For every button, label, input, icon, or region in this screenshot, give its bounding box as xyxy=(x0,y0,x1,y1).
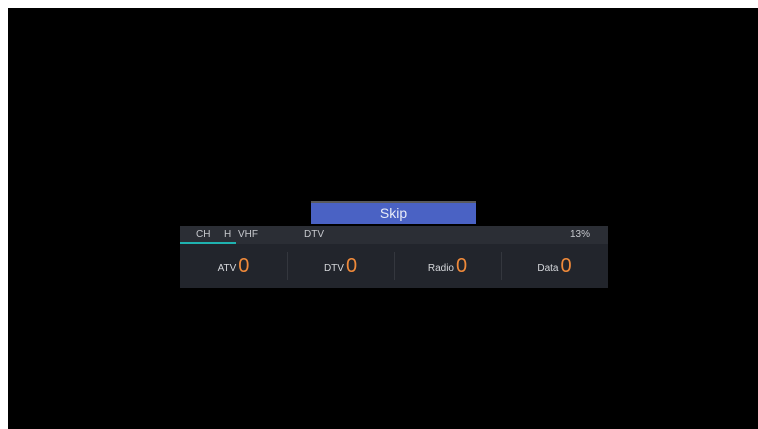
channel-label: CH xyxy=(196,229,211,240)
scan-counters: ATV 0 DTV 0 Radio 0 Data 0 xyxy=(180,244,608,288)
counter-label: Radio xyxy=(427,262,454,274)
counter-dtv: DTV 0 xyxy=(287,244,394,288)
counter-atv: ATV 0 xyxy=(180,244,287,288)
progress-percent: 13% xyxy=(569,229,590,240)
scan-type-label: DTV xyxy=(304,229,324,240)
counter-data: Data 0 xyxy=(501,244,608,288)
scan-status-header: CH H VHF DTV 13% xyxy=(180,226,608,243)
counter-label: ATV xyxy=(217,262,237,274)
tv-screen: Skip CH H VHF DTV 13% ATV 0 DTV 0 Radio … xyxy=(8,8,758,429)
counter-label: Data xyxy=(537,262,559,274)
counter-value: 0 xyxy=(456,254,468,277)
counter-value: 0 xyxy=(345,254,358,277)
counter-label: DTV xyxy=(323,262,344,274)
polarity-label: H xyxy=(224,229,232,240)
counter-value: 0 xyxy=(238,254,250,277)
skip-button[interactable]: Skip xyxy=(311,201,476,224)
band-label: VHF xyxy=(238,229,258,240)
counter-value: 0 xyxy=(560,254,572,277)
channel-scan-panel: CH H VHF DTV 13% ATV 0 DTV 0 Radio 0 Dat… xyxy=(180,226,608,288)
counter-radio: Radio 0 xyxy=(394,244,501,288)
